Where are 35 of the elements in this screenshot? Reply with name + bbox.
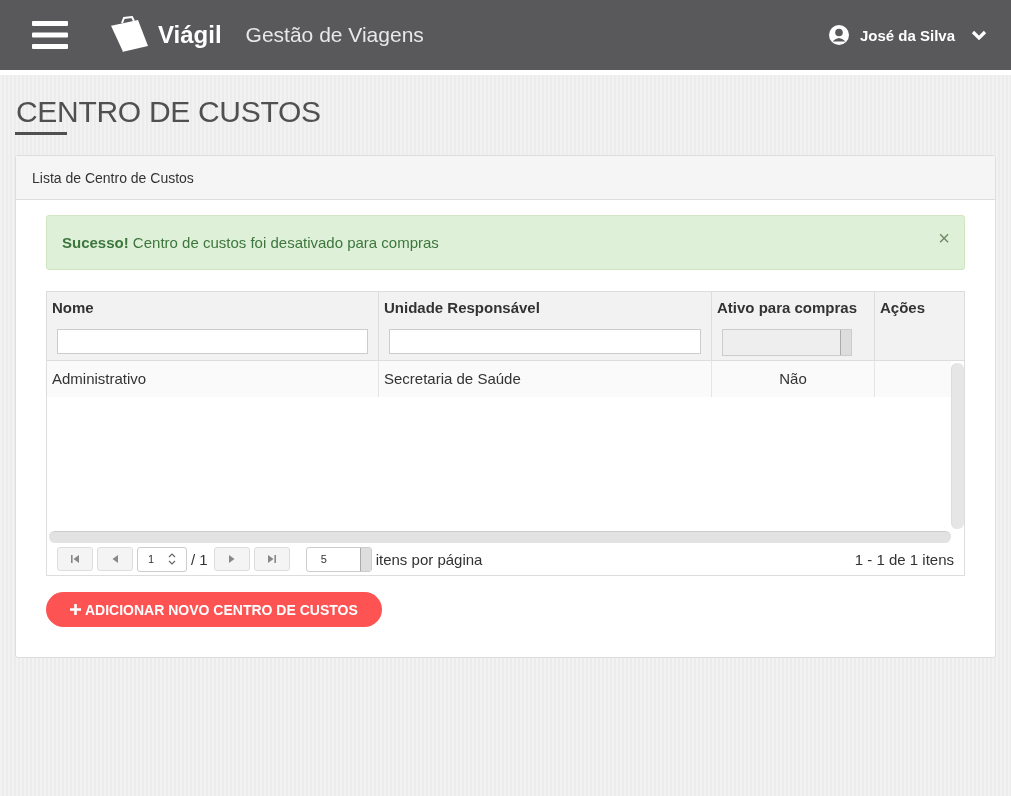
menu-icon[interactable]: [32, 21, 68, 49]
first-page-icon: [69, 553, 81, 565]
page-size-label: itens por página: [375, 550, 483, 568]
page-number-field[interactable]: 1: [137, 546, 187, 572]
column-header[interactable]: Ativo para compras: [717, 299, 869, 316]
panel-title: Lista de Centro de Custos: [16, 156, 995, 200]
app-subtitle: Gestão de Viagens: [245, 23, 424, 47]
user-menu-button[interactable]: José da Silva: [821, 23, 993, 47]
page-title: CENTRO DE CUSTOS: [16, 95, 321, 130]
alert-message: Sucesso! Centro de custos foi desativado para compras: [62, 234, 440, 251]
last-page-icon: [265, 553, 278, 565]
title-underline: [15, 132, 67, 135]
filter-dropdown[interactable]: [722, 329, 852, 356]
page-size-dropdown[interactable]: 5: [305, 546, 372, 572]
column-header[interactable]: Unidade Responsável: [384, 299, 706, 316]
last-page-button[interactable]: [253, 547, 290, 571]
spinner-arrows-icon: [168, 552, 177, 566]
column-header[interactable]: Ações: [880, 299, 959, 316]
next-page-button[interactable]: [213, 547, 250, 571]
user-icon: [827, 24, 850, 46]
filter-field[interactable]: [389, 329, 701, 354]
table-cell: Não: [712, 361, 875, 397]
column-header[interactable]: Nome: [52, 299, 373, 316]
vertical-scrollbar[interactable]: [951, 363, 964, 529]
pager-summary: 1 - 1 de 1 itens: [854, 550, 954, 568]
plus-icon: [70, 604, 81, 615]
page-number: 1: [148, 553, 155, 565]
filter-field[interactable]: [57, 329, 368, 354]
table-cell: Secretaria de Saúde: [379, 361, 712, 397]
first-page-button[interactable]: [57, 547, 93, 571]
table-cell: Administrativo: [47, 361, 379, 397]
previous-page-button[interactable]: [97, 547, 133, 571]
chevron-down-icon: [971, 29, 987, 41]
page-total: / 1: [191, 550, 208, 568]
brand-name: Viágil: [158, 21, 222, 49]
